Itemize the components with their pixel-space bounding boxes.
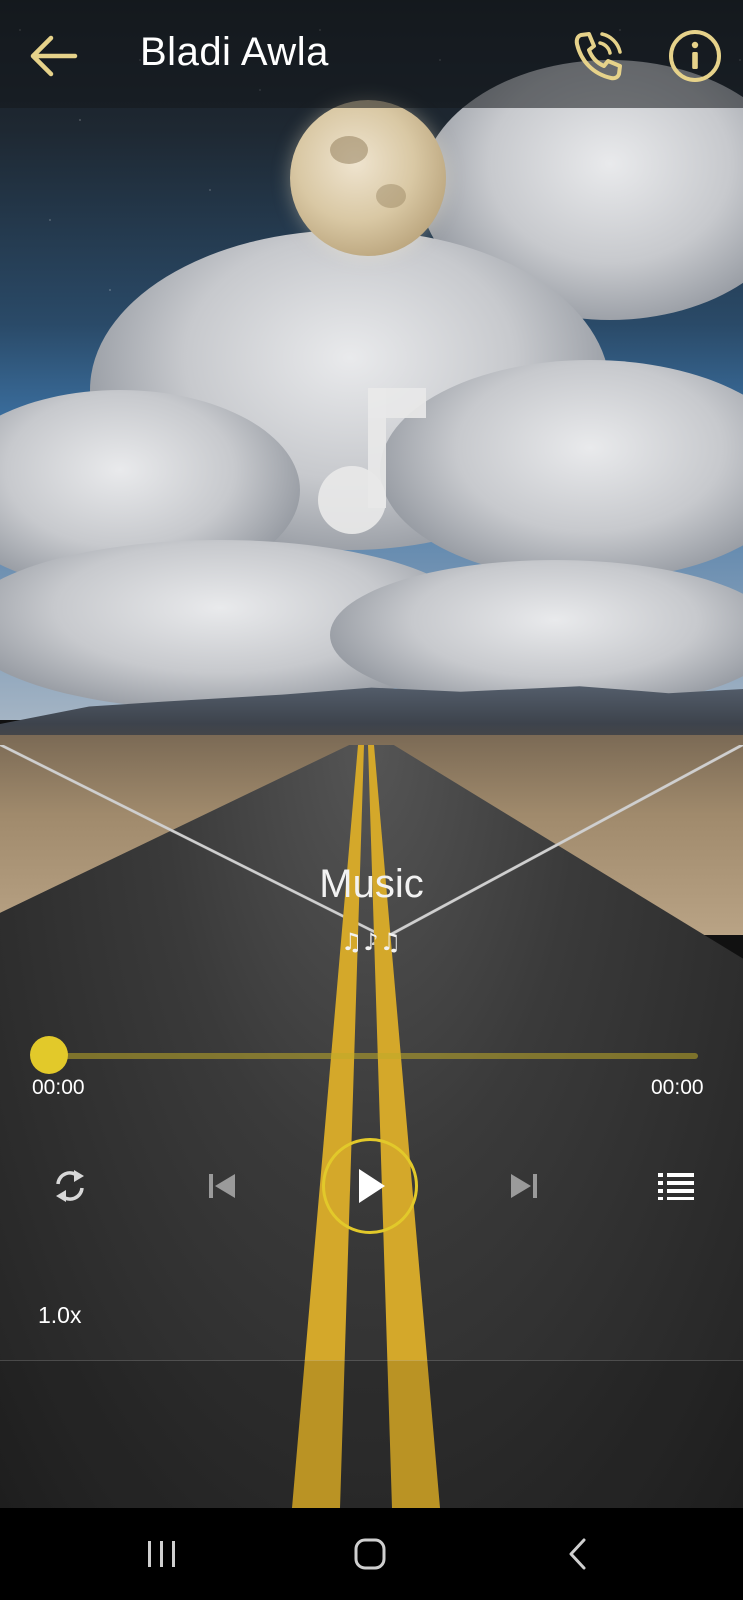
- back-chevron-icon: [569, 1538, 586, 1570]
- play-button[interactable]: [322, 1138, 418, 1234]
- seek-track: [48, 1053, 698, 1059]
- background-image: [0, 0, 743, 1508]
- system-back-button[interactable]: [548, 1528, 608, 1580]
- phone-ringing-icon: [574, 32, 622, 81]
- music-note-icon: [318, 388, 426, 534]
- play-icon: [359, 1169, 385, 1203]
- top-app-bar: Bladi Awla: [0, 0, 743, 108]
- playlist-icon: [658, 1173, 694, 1200]
- page-title: Bladi Awla: [140, 30, 329, 74]
- previous-button[interactable]: [196, 1160, 248, 1212]
- recents-button[interactable]: [132, 1528, 192, 1580]
- elapsed-time: 00:00: [32, 1076, 85, 1099]
- repeat-icon: [56, 1170, 84, 1202]
- seek-bar[interactable]: [30, 1036, 698, 1076]
- playback-speed-button[interactable]: 1.0x: [38, 1302, 81, 1329]
- total-time: 00:00: [651, 1076, 704, 1099]
- recents-icon: [148, 1541, 175, 1567]
- arrow-left-icon: [30, 35, 78, 77]
- divider: [0, 1360, 743, 1361]
- seek-thumb[interactable]: [30, 1036, 68, 1074]
- skip-next-icon: [511, 1174, 537, 1198]
- home-button[interactable]: [340, 1528, 400, 1580]
- next-button[interactable]: [498, 1160, 550, 1212]
- system-navigation-bar: [0, 1508, 743, 1600]
- playlist-button[interactable]: [650, 1160, 702, 1212]
- repeat-button[interactable]: [44, 1160, 96, 1212]
- moon: [290, 100, 446, 256]
- skip-previous-icon: [209, 1174, 235, 1198]
- info-button[interactable]: [666, 27, 724, 85]
- back-button[interactable]: [24, 26, 84, 86]
- call-button[interactable]: [568, 26, 628, 86]
- info-circle-icon: [669, 30, 721, 82]
- track-title: Music: [319, 862, 424, 906]
- footer-shade: [0, 1360, 743, 1508]
- track-subtitle: ♫♪♫: [340, 928, 403, 956]
- home-icon: [354, 1538, 386, 1570]
